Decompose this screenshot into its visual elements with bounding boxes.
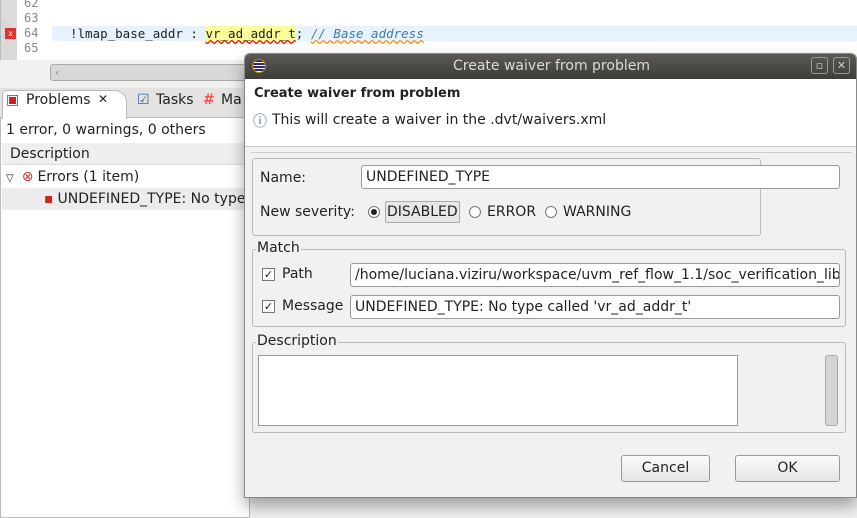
error-marker-icon[interactable]: x (5, 28, 16, 39)
name-label: Name: (260, 170, 307, 186)
radio-disabled[interactable] (368, 206, 380, 218)
line-number: 63 (24, 11, 39, 25)
dialog-heading: Create waiver from problem (254, 86, 461, 101)
problems-summary: 1 error, 0 warnings, 0 others (6, 122, 206, 138)
path-input[interactable]: /home/luciana.viziru/workspace/uvm_ref_f… (350, 263, 840, 287)
code-line: !lmap_base_addr : vr_ad_addr_t; // Base … (70, 26, 424, 41)
tasks-icon: ☑ (137, 92, 150, 108)
path-label: Path (282, 266, 313, 282)
expand-icon[interactable]: ▽ (6, 173, 14, 184)
radio-warning[interactable] (545, 206, 557, 218)
cancel-button[interactable]: Cancel (621, 455, 710, 482)
dialog-titlebar: Create waiver from problem (245, 54, 856, 79)
radio-error-label[interactable]: ERROR (487, 204, 536, 220)
severity-label: New severity: (260, 204, 355, 220)
scroll-left-icon[interactable]: ‹ (55, 66, 59, 79)
column-header-description[interactable]: Description (2, 143, 250, 165)
description-scrollbar[interactable] (825, 355, 838, 426)
tab-markers[interactable]: Ma (221, 92, 242, 108)
message-label: Message (282, 298, 344, 314)
error-icon: ⊗ (21, 169, 34, 185)
tab-problems[interactable]: Problems (26, 92, 91, 108)
tab-tasks[interactable]: Tasks (156, 92, 194, 108)
dialog-info-text: This will create a waiver in the .dvt/wa… (272, 112, 607, 128)
maximize-button[interactable]: ▫ (811, 57, 828, 74)
ok-button[interactable]: OK (735, 455, 840, 482)
eclipse-icon (252, 59, 266, 73)
close-icon[interactable]: ✕ (98, 92, 108, 106)
path-checkbox[interactable]: ✓ (262, 268, 275, 281)
tree-item-problem[interactable]: ▪ UNDEFINED_TYPE: No type (2, 188, 250, 210)
radio-error[interactable] (469, 206, 481, 218)
create-waiver-dialog: Create waiver from problem ▫ ✕ Create wa… (244, 53, 857, 498)
close-button[interactable]: ✕ (833, 57, 850, 74)
line-number: 64 (24, 26, 39, 40)
info-icon: ⓘ (253, 114, 267, 130)
problems-icon: ▣ (6, 92, 20, 108)
tree-group-errors[interactable]: ▽ ⊗ Errors (1 item) (2, 166, 250, 188)
radio-warning-label[interactable]: WARNING (563, 204, 631, 220)
line-number: 62 (24, 0, 39, 10)
error-marker-icon: ▪ (44, 191, 54, 207)
radio-disabled-label[interactable]: DISABLED (387, 204, 458, 220)
description-textarea[interactable] (258, 355, 738, 426)
markers-icon: # (203, 92, 215, 108)
horizontal-scrollbar[interactable]: ‹ (50, 64, 250, 81)
name-input[interactable]: UNDEFINED_TYPE (361, 165, 840, 189)
message-input[interactable]: UNDEFINED_TYPE: No type called 'vr_ad_ad… (350, 295, 840, 319)
match-legend: Match (256, 240, 301, 256)
description-legend: Description (256, 333, 338, 349)
line-number: 65 (24, 41, 39, 55)
message-checkbox[interactable]: ✓ (262, 300, 275, 313)
